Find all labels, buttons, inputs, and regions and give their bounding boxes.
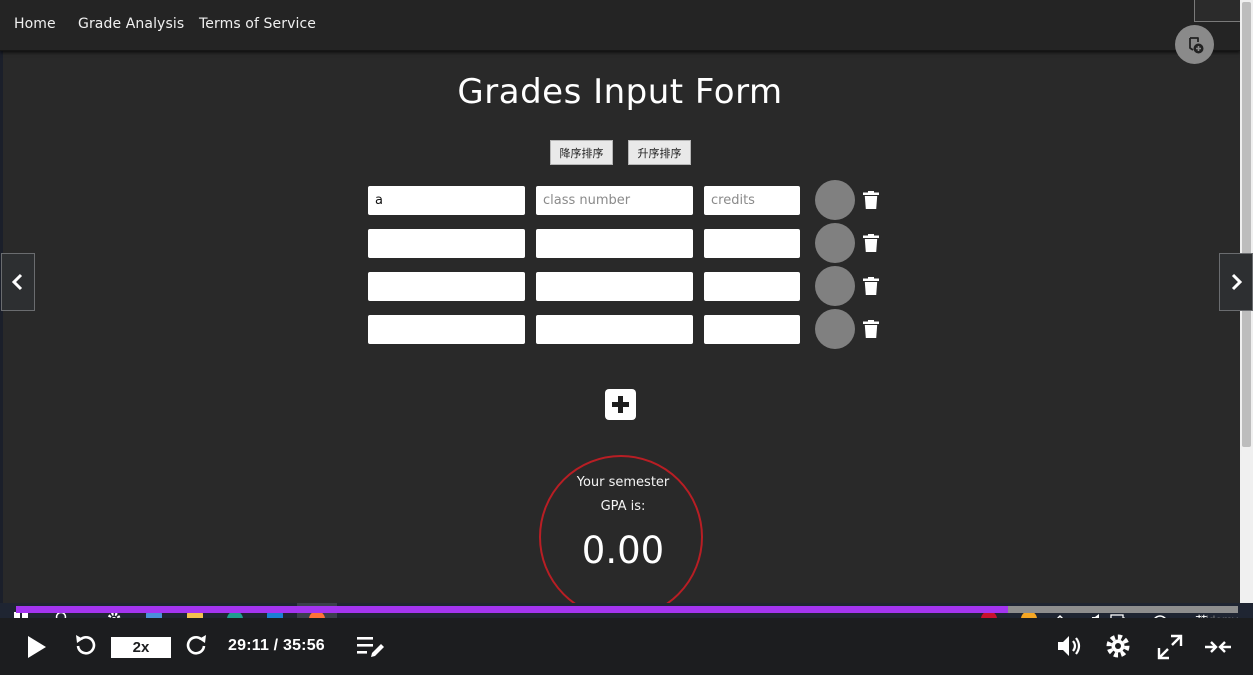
add-row-button[interactable] xyxy=(605,389,636,420)
sort-descending-button[interactable]: 降序排序 xyxy=(550,140,613,165)
course-name-input[interactable] xyxy=(368,229,525,258)
navbar: Home Grade Analysis Terms of Service xyxy=(0,0,1240,51)
class-number-input[interactable] xyxy=(536,315,693,344)
next-lecture-button[interactable] xyxy=(1219,253,1253,311)
credits-input[interactable] xyxy=(704,229,800,258)
grade-selector[interactable] xyxy=(815,266,855,306)
page-title: Grades Input Form xyxy=(457,72,783,112)
class-number-input[interactable] xyxy=(536,186,693,215)
previous-lecture-button[interactable] xyxy=(1,253,35,311)
credits-input[interactable] xyxy=(704,315,800,344)
chevron-left-icon xyxy=(11,273,23,291)
grade-selector[interactable] xyxy=(815,180,855,220)
grade-selector[interactable] xyxy=(815,223,855,263)
top-right-tab[interactable] xyxy=(1194,0,1240,22)
credits-input[interactable] xyxy=(704,186,800,215)
shield-add-icon xyxy=(1188,36,1203,53)
gpa-value: 0.00 xyxy=(581,529,665,572)
course-name-input[interactable] xyxy=(368,315,525,344)
chevron-right-icon xyxy=(1231,273,1243,291)
notes-icon[interactable] xyxy=(357,635,385,659)
nav-link-grade-analysis[interactable]: Grade Analysis xyxy=(78,16,184,32)
video-controls: 2x 29:11 / 35:56 xyxy=(0,618,1253,675)
trash-icon[interactable] xyxy=(863,320,879,338)
class-number-input[interactable] xyxy=(536,229,693,258)
trash-icon[interactable] xyxy=(863,191,879,209)
gpa-display: Your semester GPA is: 0.00 xyxy=(539,455,703,610)
course-name-input[interactable] xyxy=(368,186,525,215)
gpa-label-line2: GPA is: xyxy=(600,499,646,514)
scrollbar-thumb[interactable] xyxy=(1242,2,1251,447)
trash-icon[interactable] xyxy=(863,277,879,295)
playback-speed-button[interactable]: 2x xyxy=(111,637,171,658)
forward-icon[interactable] xyxy=(185,633,209,659)
browser-extension-button[interactable] xyxy=(1175,25,1214,64)
grade-selector[interactable] xyxy=(815,309,855,349)
video-progress-fill xyxy=(16,606,1009,613)
fullscreen-icon[interactable] xyxy=(1157,634,1183,660)
exit-expand-icon[interactable] xyxy=(1204,637,1232,657)
class-number-input[interactable] xyxy=(536,272,693,301)
credits-input[interactable] xyxy=(704,272,800,301)
rewind-icon[interactable] xyxy=(73,633,97,659)
video-progress-bar[interactable] xyxy=(16,606,1238,613)
nav-link-terms-of-service[interactable]: Terms of Service xyxy=(199,16,316,32)
video-time: 29:11 / 35:56 xyxy=(228,637,325,654)
nav-link-home[interactable]: Home xyxy=(14,16,56,32)
screen: Home Grade Analysis Terms of Service Gra… xyxy=(0,0,1253,675)
trash-icon[interactable] xyxy=(863,234,879,252)
gpa-label-line1: Your semester xyxy=(576,475,670,490)
sort-ascending-button[interactable]: 升序排序 xyxy=(628,140,691,165)
course-name-input[interactable] xyxy=(368,272,525,301)
settings-gear-icon[interactable] xyxy=(1105,633,1131,659)
web-page: Home Grade Analysis Terms of Service Gra… xyxy=(0,0,1240,610)
volume-icon[interactable] xyxy=(1057,634,1083,658)
play-icon[interactable] xyxy=(26,635,48,659)
